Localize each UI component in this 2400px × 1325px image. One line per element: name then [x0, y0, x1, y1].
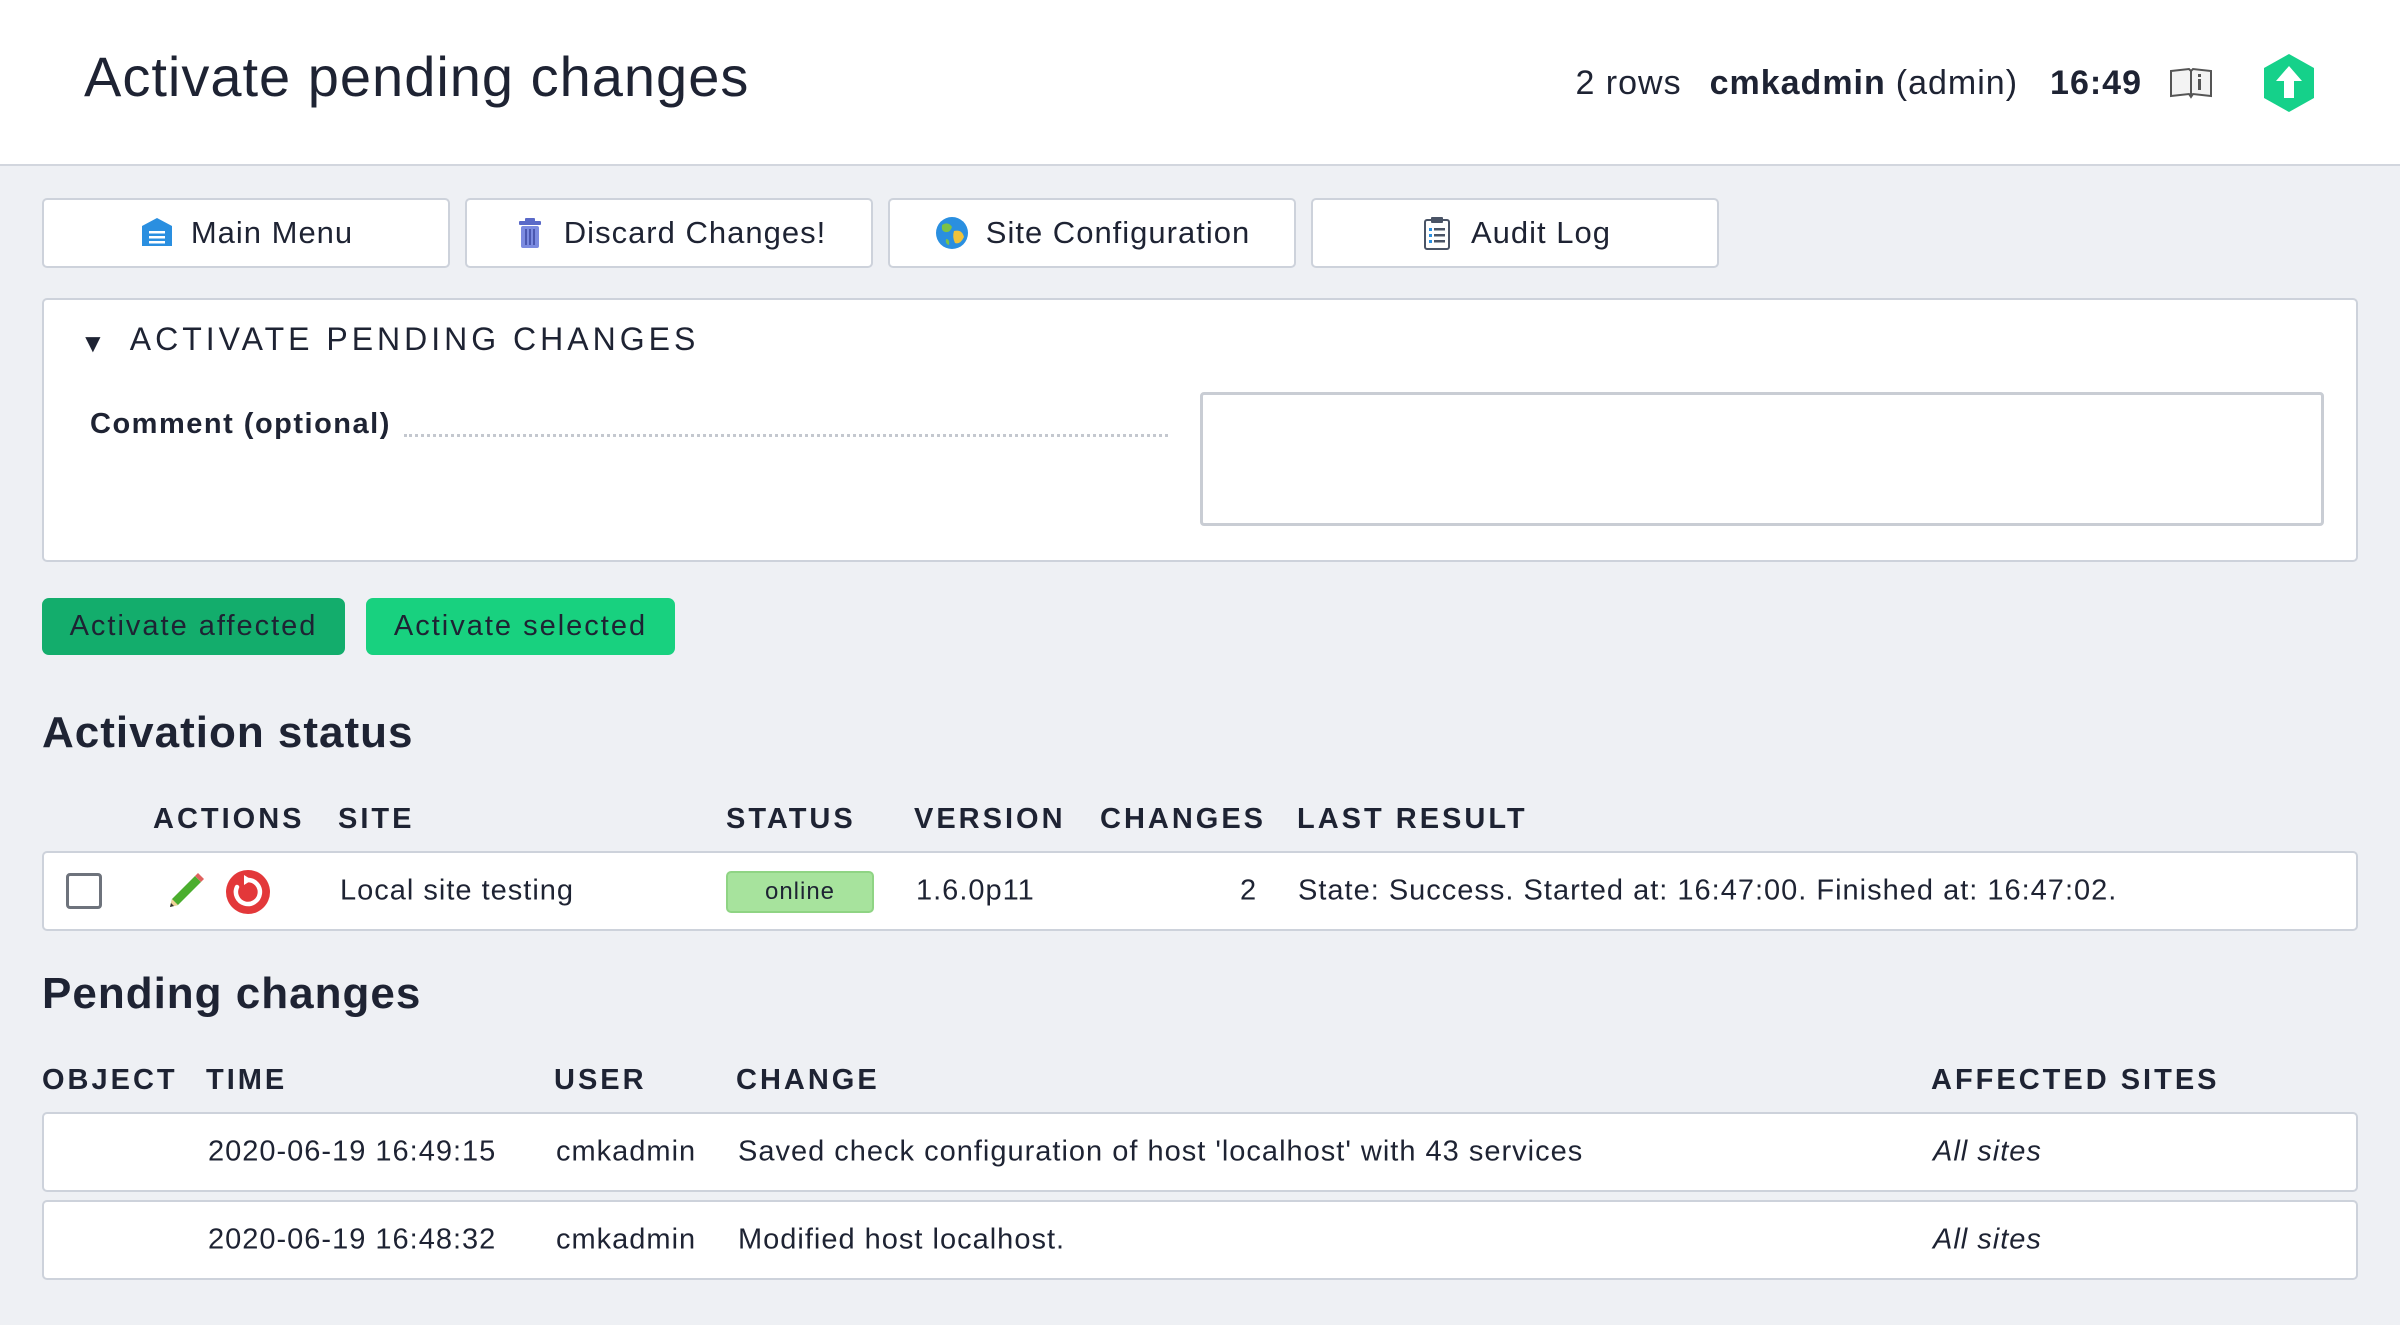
- edit-pencil-icon[interactable]: [162, 869, 208, 915]
- globe-icon: [935, 217, 968, 249]
- column-header-object: OBJECT: [42, 1064, 178, 1096]
- column-header-affected-sites: AFFECTED SITES: [1931, 1064, 2220, 1096]
- panel-header-toggle[interactable]: ▼ ACTIVATE PENDING CHANGES: [80, 320, 699, 359]
- dotted-leader: [404, 434, 1168, 437]
- triangle-down-icon: ▼: [80, 328, 110, 358]
- restart-icon[interactable]: [224, 868, 272, 916]
- book-info-icon[interactable]: [2168, 66, 2214, 100]
- site-changes-count: 2: [1240, 874, 1258, 907]
- change-text: Modified host localhost.: [738, 1223, 1066, 1256]
- column-header-time: TIME: [206, 1064, 288, 1096]
- tab-main-menu[interactable]: Main Menu: [42, 198, 450, 268]
- column-header-last-result: LAST RESULT: [1297, 803, 1528, 835]
- tab-label: Discard Changes!: [563, 215, 827, 250]
- activation-status-title: Activation status: [42, 708, 414, 757]
- tab-site-configuration[interactable]: Site Configuration: [888, 198, 1296, 268]
- comment-input[interactable]: [1200, 392, 2324, 526]
- column-header-changes: CHANGES: [1100, 803, 1267, 835]
- checkmk-logo-icon[interactable]: [2262, 52, 2316, 114]
- change-user: cmkadmin: [556, 1135, 697, 1168]
- change-time: 2020-06-19 16:48:32: [208, 1223, 497, 1256]
- last-result: State: Success. Started at: 16:47:00. Fi…: [1298, 874, 2118, 907]
- row-count: 2 rows: [1575, 63, 1682, 102]
- page-title: Activate pending changes: [84, 45, 750, 108]
- site-select-checkbox[interactable]: [66, 873, 102, 909]
- pending-changes-title: Pending changes: [42, 969, 422, 1018]
- page-menu-bar: Main Menu Discard Changes! Site Configur…: [42, 198, 1734, 268]
- clock: 16:49: [2050, 63, 2142, 102]
- activate-affected-button[interactable]: Activate affected: [42, 598, 345, 655]
- panel-title: ACTIVATE PENDING CHANGES: [129, 321, 700, 357]
- username: cmkadmin: [1709, 63, 1886, 102]
- user-role: (admin): [1895, 63, 2019, 102]
- affected-sites: All sites: [1933, 1223, 2042, 1256]
- tab-discard-changes[interactable]: Discard Changes!: [465, 198, 873, 268]
- tab-label: Main Menu: [190, 215, 354, 250]
- activate-panel: ▼ ACTIVATE PENDING CHANGES Comment (opti…: [42, 298, 2358, 562]
- change-time: 2020-06-19 16:49:15: [208, 1135, 497, 1168]
- main-menu-icon: [141, 218, 172, 246]
- column-header-change: CHANGE: [736, 1064, 880, 1096]
- comment-label: Comment (optional): [90, 408, 391, 440]
- status-badge: online: [726, 871, 874, 913]
- table-row: 2020-06-19 16:49:15 cmkadmin Saved check…: [42, 1112, 2358, 1192]
- tab-audit-log[interactable]: Audit Log: [1311, 198, 1719, 268]
- column-header-actions: ACTIONS: [153, 803, 305, 835]
- column-header-user: USER: [554, 1064, 647, 1096]
- site-name: Local site testing: [340, 874, 575, 907]
- column-header-site: SITE: [338, 803, 415, 835]
- trash-icon: [518, 218, 541, 248]
- table-row: 2020-06-19 16:48:32 cmkadmin Modified ho…: [42, 1200, 2358, 1280]
- header-info: 2 rows cmkadmin (admin) 16:49: [1575, 52, 2316, 114]
- site-version: 1.6.0p11: [916, 874, 1035, 907]
- change-user: cmkadmin: [556, 1223, 697, 1256]
- column-header-version: VERSION: [914, 803, 1066, 835]
- page-header: Activate pending changes 2 rows cmkadmin…: [0, 0, 2400, 166]
- column-header-status: STATUS: [726, 803, 856, 835]
- clipboard-icon: [1424, 217, 1450, 250]
- change-text: Saved check configuration of host 'local…: [738, 1135, 1584, 1168]
- tab-label: Audit Log: [1471, 215, 1611, 250]
- site-row: Local site testing online 1.6.0p11 2 Sta…: [42, 851, 2358, 931]
- affected-sites: All sites: [1933, 1135, 2042, 1168]
- tab-label: Site Configuration: [985, 215, 1251, 250]
- activate-selected-button[interactable]: Activate selected: [366, 598, 675, 655]
